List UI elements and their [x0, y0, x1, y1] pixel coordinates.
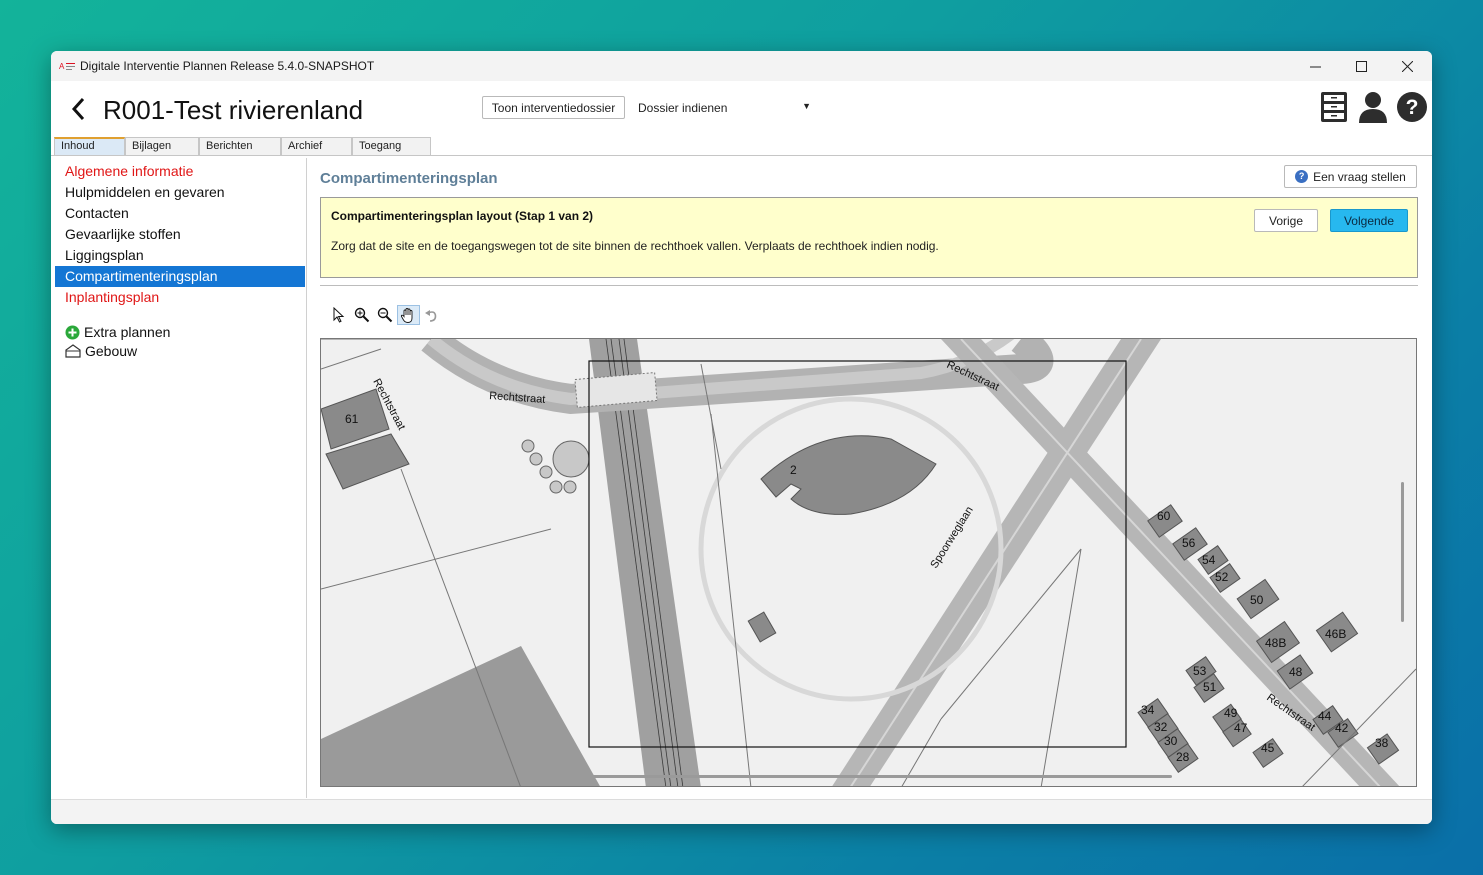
horizontal-scrollbar[interactable] — [562, 775, 1172, 778]
tab-inhoud[interactable]: Inhoud — [54, 137, 125, 155]
extra-plans-label: Extra plannen — [84, 324, 171, 340]
zoom-out-tool[interactable] — [375, 305, 395, 325]
close-button[interactable] — [1384, 51, 1430, 81]
wizard-instructions: Zorg dat de site en de toegangswegen tot… — [331, 239, 939, 253]
sidebar-item-algemene-informatie[interactable]: Algemene informatie — [55, 161, 305, 182]
divider — [320, 285, 1418, 286]
divider — [51, 155, 1432, 156]
house-number: 34 — [1141, 703, 1155, 717]
chevron-down-icon: ▼ — [802, 101, 811, 111]
maximize-button[interactable] — [1338, 51, 1384, 81]
large-lot — [321, 646, 600, 786]
submit-dossier-select-value: Dossier indienen — [638, 101, 728, 115]
title-bar: A Digitale Interventie Plannen Release 5… — [51, 51, 1432, 81]
zoom-in-icon — [354, 307, 370, 323]
trees — [521, 439, 590, 494]
status-bar — [51, 799, 1432, 824]
vertical-scrollbar[interactable] — [1401, 482, 1404, 622]
house-number: 45 — [1261, 741, 1275, 755]
hand-icon — [400, 307, 413, 323]
street-label: Rechtstraat — [489, 390, 546, 406]
close-icon — [1401, 60, 1413, 72]
select-tool[interactable] — [329, 305, 349, 325]
wizard-title: Compartimenteringsplan layout (Stap 1 va… — [331, 209, 594, 223]
map-view[interactable]: Rechtstraat Rechtstraat Rechtstraat Rech… — [320, 338, 1417, 787]
show-dossier-button[interactable]: Toon interventiedossier — [482, 96, 625, 119]
wizard-panel: Compartimenteringsplan layout (Stap 1 va… — [320, 197, 1418, 278]
add-plus-icon — [65, 325, 80, 339]
sidebar-item-compartimenteringsplan[interactable]: Compartimenteringsplan — [55, 266, 305, 287]
house-number: 47 — [1234, 721, 1248, 735]
building-2 — [760, 435, 937, 515]
house-number: 53 — [1193, 664, 1207, 678]
house-number: 50 — [1250, 593, 1264, 607]
sidebar-item-gevaarlijke-stoffen[interactable]: Gevaarlijke stoffen — [55, 224, 305, 245]
zoom-in-tool[interactable] — [352, 305, 372, 325]
house-number: 49 — [1224, 706, 1238, 720]
sidebar-item-liggingsplan[interactable]: Liggingsplan — [55, 245, 305, 266]
cabinet-icon[interactable] — [1318, 91, 1350, 123]
ask-question-label: Een vraag stellen — [1313, 169, 1406, 184]
window-title: Digitale Interventie Plannen Release 5.4… — [80, 59, 375, 73]
header: R001-Test rivierenland Toon interventied… — [51, 81, 1432, 137]
house-number: 42 — [1335, 721, 1349, 735]
house-number: 52 — [1215, 570, 1229, 584]
sidebar-item-contacten[interactable]: Contacten — [55, 203, 305, 224]
undo-tool[interactable] — [421, 305, 441, 325]
tab-bijlagen[interactable]: Bijlagen — [125, 137, 199, 155]
small-building — [747, 611, 777, 643]
submit-dossier-select[interactable]: Dossier indienen ▼ — [633, 97, 811, 119]
back-arrow-icon[interactable] — [69, 95, 89, 123]
svg-text:?: ? — [1406, 96, 1419, 119]
house-number: 61 — [345, 412, 359, 426]
pan-tool[interactable] — [397, 305, 420, 325]
previous-button[interactable]: Vorige — [1254, 209, 1318, 232]
building-item[interactable]: Gebouw — [65, 343, 137, 359]
house-number: 2 — [790, 463, 797, 477]
undo-icon — [424, 309, 436, 322]
house-number: 60 — [1157, 509, 1171, 523]
extra-plans-item[interactable]: Extra plannen — [65, 324, 170, 340]
building-icon — [65, 344, 81, 358]
house-number: 48B — [1265, 636, 1286, 650]
tab-toegang[interactable]: Toegang — [352, 137, 431, 155]
pointer-icon — [333, 307, 345, 323]
section-title: Compartimenteringsplan — [320, 170, 498, 187]
maximize-icon — [1355, 60, 1367, 72]
minimize-icon — [1309, 66, 1321, 67]
user-icon[interactable] — [1357, 91, 1389, 123]
zoom-out-icon — [377, 307, 393, 323]
next-button[interactable]: Volgende — [1330, 209, 1408, 232]
page-title: R001-Test rivierenland — [103, 95, 364, 125]
app-logo-icon: A — [59, 62, 75, 71]
svg-text:A: A — [59, 62, 65, 71]
question-icon: ? — [1295, 170, 1309, 183]
sidebar-item-hulpmiddelen[interactable]: Hulpmiddelen en gevaren — [55, 182, 305, 203]
house-number: 38 — [1375, 736, 1389, 750]
tab-archief[interactable]: Archief — [281, 137, 352, 155]
map-canvas[interactable]: Rechtstraat Rechtstraat Rechtstraat Rech… — [321, 339, 1417, 787]
help-icon[interactable]: ? — [1396, 91, 1428, 123]
house-number: 51 — [1203, 680, 1217, 694]
house-number: 46B — [1325, 627, 1346, 641]
house-number: 56 — [1182, 536, 1196, 550]
minimize-button[interactable] — [1292, 51, 1338, 81]
ask-question-button[interactable]: ? Een vraag stellen — [1284, 165, 1417, 188]
main-panel: Compartimenteringsplan ? Een vraag stell… — [309, 158, 1428, 798]
house-number: 30 — [1164, 734, 1178, 748]
house-number: 44 — [1318, 709, 1332, 723]
sidebar: Algemene informatie Hulpmiddelen en geva… — [54, 158, 307, 798]
sidebar-item-inplantingsplan[interactable]: Inplantingsplan — [55, 287, 305, 308]
tab-berichten[interactable]: Berichten — [199, 137, 281, 155]
house-number: 48 — [1289, 665, 1303, 679]
house-number: 32 — [1154, 720, 1168, 734]
house-number: 28 — [1176, 750, 1190, 764]
building-label: Gebouw — [85, 343, 138, 359]
house-number: 54 — [1202, 553, 1216, 567]
app-window: A Digitale Interventie Plannen Release 5… — [51, 51, 1432, 824]
street-label: Spoorweglaan — [928, 505, 975, 571]
